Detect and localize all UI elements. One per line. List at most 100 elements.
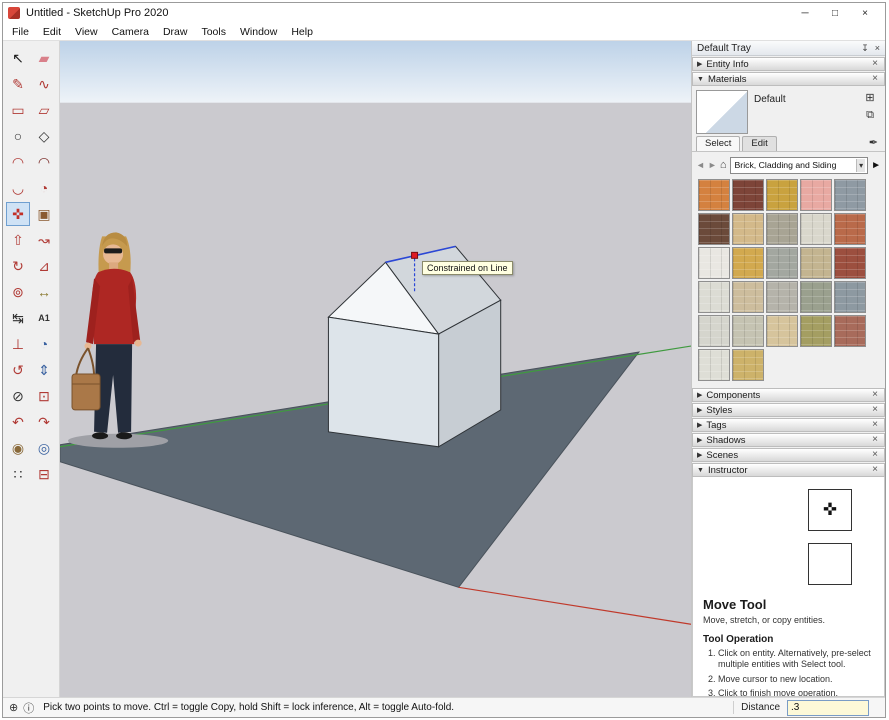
tool-eraser[interactable]: ▰ <box>32 46 56 70</box>
tool-position-camera[interactable]: ◉ <box>6 436 30 460</box>
material-swatch-25[interactable] <box>834 315 866 347</box>
close-icon[interactable]: × <box>870 59 880 69</box>
tool-previous[interactable]: ↶ <box>6 410 30 434</box>
house-front-wall[interactable] <box>327 316 440 448</box>
tool-follow-me[interactable]: ↝ <box>32 228 56 252</box>
in-model-home-icon[interactable]: ⌂ <box>720 159 727 171</box>
material-swatch-3[interactable] <box>766 179 798 211</box>
tool-protractor[interactable]: ◔ <box>32 332 56 356</box>
tool-select[interactable]: ↖ <box>6 46 30 70</box>
material-swatch-4[interactable] <box>800 179 832 211</box>
tool-line[interactable]: ✎ <box>6 72 30 96</box>
modeling-canvas[interactable]: Constrained on Line <box>60 41 691 697</box>
tool-rotated-rectangle[interactable]: ▱ <box>32 98 56 122</box>
tool-pan[interactable]: ⇕ <box>32 358 56 382</box>
menu-file[interactable]: File <box>5 24 36 40</box>
secondary-pane-icon[interactable]: ⧉ <box>862 108 878 123</box>
material-swatch-16[interactable] <box>698 281 730 313</box>
material-swatch-11[interactable] <box>698 247 730 279</box>
close-icon[interactable]: × <box>870 405 880 415</box>
tool-pie[interactable]: ◔ <box>32 176 56 200</box>
material-swatch-18[interactable] <box>766 281 798 313</box>
scene-svg[interactable] <box>60 41 691 697</box>
menu-help[interactable]: Help <box>284 24 320 40</box>
tool-walk[interactable]: ∷ <box>6 462 30 486</box>
tool-move[interactable]: ✜ <box>6 202 30 226</box>
back-arrow-icon[interactable]: ◄ <box>696 160 705 170</box>
menu-camera[interactable]: Camera <box>105 24 156 40</box>
material-swatch-2[interactable] <box>732 179 764 211</box>
tool-zoom[interactable]: ⊘ <box>6 384 30 408</box>
material-swatch-12[interactable] <box>732 247 764 279</box>
tool-freehand[interactable]: ∿ <box>32 72 56 96</box>
maximize-button[interactable]: □ <box>820 4 850 23</box>
panel-instructor[interactable]: ▼ Instructor × <box>692 463 885 477</box>
tool-arc-3-point[interactable]: ◠ <box>32 150 56 174</box>
tool-offset[interactable]: ⊚ <box>6 280 30 304</box>
tool-orbit[interactable]: ↺ <box>6 358 30 382</box>
measurement-input[interactable] <box>787 699 869 716</box>
menu-edit[interactable]: Edit <box>36 24 68 40</box>
forward-arrow-icon[interactable]: ► <box>708 160 717 170</box>
tool-axes[interactable]: ⊥ <box>6 332 30 356</box>
material-swatch-17[interactable] <box>732 281 764 313</box>
close-icon[interactable]: × <box>870 420 880 430</box>
panel-entity-info[interactable]: ▶ Entity Info × <box>692 57 885 71</box>
tab-edit[interactable]: Edit <box>742 136 777 151</box>
material-swatch-5[interactable] <box>834 179 866 211</box>
close-icon[interactable]: × <box>870 450 880 460</box>
tool-next[interactable]: ↷ <box>32 410 56 434</box>
material-swatch-26[interactable] <box>698 349 730 381</box>
move-handle[interactable] <box>411 251 419 259</box>
panel-shadows[interactable]: ▶ Shadows × <box>692 433 885 447</box>
panel-components[interactable]: ▶ Components × <box>692 388 885 402</box>
material-swatch-24[interactable] <box>800 315 832 347</box>
tool-look-around[interactable]: ◎ <box>32 436 56 460</box>
info-icon[interactable]: ⓘ <box>23 700 34 716</box>
material-swatch-19[interactable] <box>800 281 832 313</box>
create-material-icon[interactable]: ⊞ <box>862 90 878 105</box>
material-swatch-13[interactable] <box>766 247 798 279</box>
material-swatch-9[interactable] <box>800 213 832 245</box>
tool-scale[interactable]: ⊿ <box>32 254 56 278</box>
tool-text[interactable]: A1 <box>32 306 56 330</box>
panel-tags[interactable]: ▶ Tags × <box>692 418 885 432</box>
panel-materials[interactable]: ▼ Materials × <box>692 72 885 86</box>
sample-paint-icon[interactable]: ✒ <box>866 136 881 151</box>
geolocation-icon[interactable]: ⊕ <box>9 701 18 714</box>
panel-styles[interactable]: ▶ Styles × <box>692 403 885 417</box>
tray-close-icon[interactable]: × <box>875 43 880 54</box>
close-icon[interactable]: × <box>870 74 880 84</box>
pin-icon[interactable]: ↧ <box>861 43 869 54</box>
menu-window[interactable]: Window <box>233 24 284 40</box>
material-collection-dropdown[interactable]: Brick, Cladding and Siding ▾ <box>729 156 869 174</box>
close-button[interactable]: × <box>850 4 880 23</box>
tool-polygon[interactable]: ◇ <box>32 124 56 148</box>
details-arrow-icon[interactable]: ► <box>871 160 881 171</box>
material-swatch-8[interactable] <box>766 213 798 245</box>
minimize-button[interactable]: ─ <box>790 4 820 23</box>
material-swatch-22[interactable] <box>732 315 764 347</box>
material-swatch-10[interactable] <box>834 213 866 245</box>
tool-dimension[interactable]: ↹ <box>6 306 30 330</box>
material-swatch-20[interactable] <box>834 281 866 313</box>
tool-rotate[interactable]: ↻ <box>6 254 30 278</box>
tool-push-pull[interactable]: ⇧ <box>6 228 30 252</box>
close-icon[interactable]: × <box>870 465 880 475</box>
tool-section-plane[interactable]: ⊟ <box>32 462 56 486</box>
tool-rectangle[interactable]: ▭ <box>6 98 30 122</box>
material-swatch-7[interactable] <box>732 213 764 245</box>
material-swatch-14[interactable] <box>800 247 832 279</box>
tool-tape-measure[interactable]: ↔ <box>32 280 56 304</box>
tool-arc[interactable]: ◡ <box>6 176 30 200</box>
material-swatch-23[interactable] <box>766 315 798 347</box>
tab-select[interactable]: Select <box>696 136 741 151</box>
tool-paint-bucket[interactable]: ▣ <box>32 202 56 226</box>
material-swatch-21[interactable] <box>698 315 730 347</box>
tool-circle[interactable]: ○ <box>6 124 30 148</box>
material-swatch-15[interactable] <box>834 247 866 279</box>
material-swatch-27[interactable] <box>732 349 764 381</box>
tool-zoom-extents[interactable]: ⊡ <box>32 384 56 408</box>
menu-view[interactable]: View <box>68 24 105 40</box>
panel-scenes[interactable]: ▶ Scenes × <box>692 448 885 462</box>
